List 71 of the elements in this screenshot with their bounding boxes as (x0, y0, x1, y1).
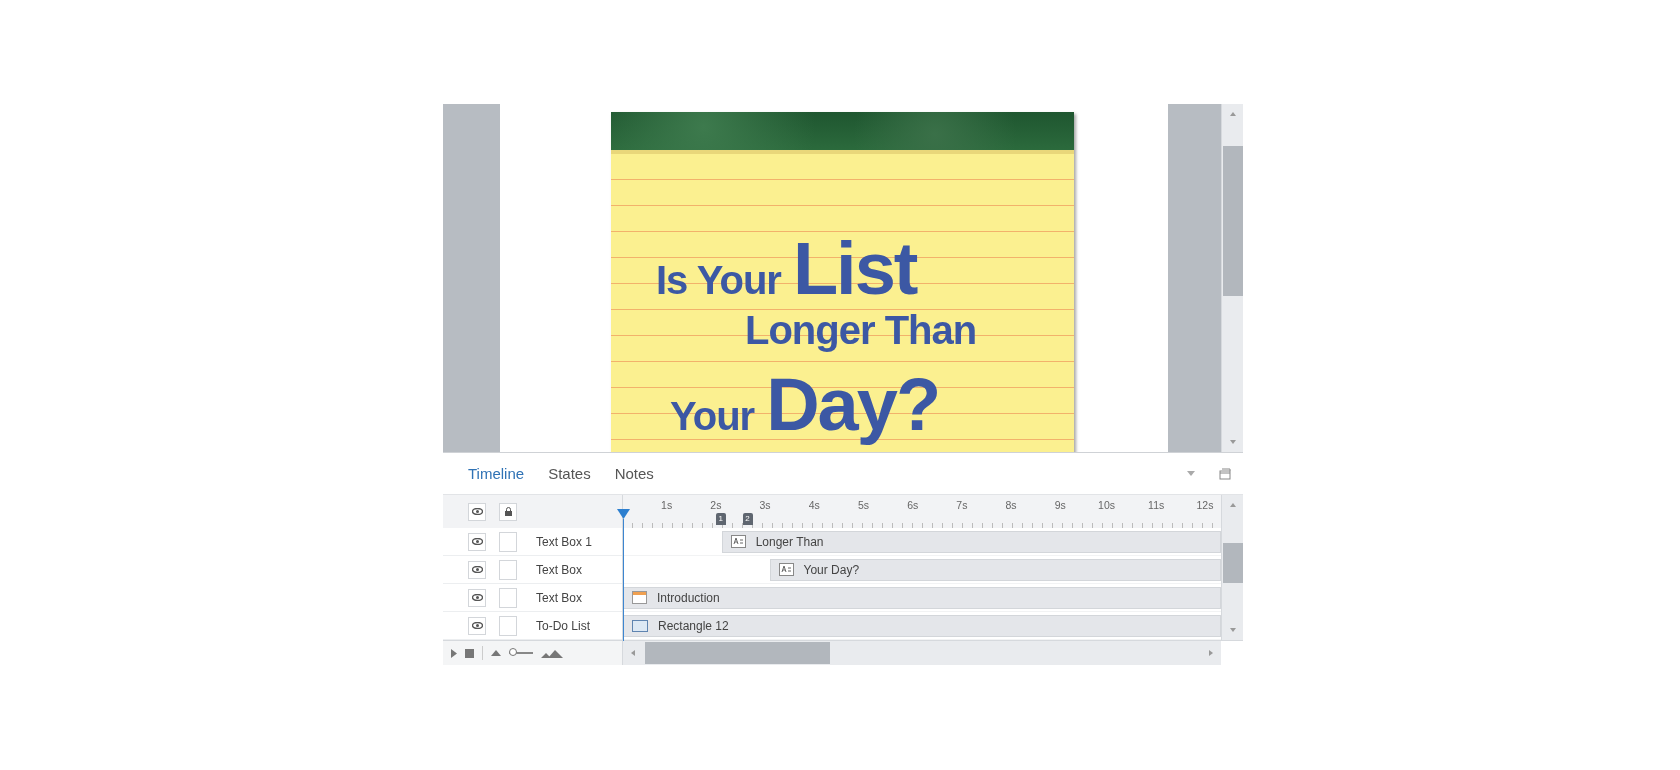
slider-thumb[interactable] (509, 648, 517, 656)
play-icon[interactable] (451, 648, 457, 658)
eye-icon (471, 622, 483, 629)
scroll-up-icon[interactable] (1228, 110, 1237, 118)
visibility-toggle[interactable] (468, 560, 486, 579)
lock-checkbox[interactable] (499, 531, 517, 552)
ruler-label: 12s (1195, 499, 1214, 512)
visibility-toggle[interactable] (468, 616, 486, 635)
lock-toggle[interactable] (499, 502, 517, 521)
panel-tab[interactable]: Timeline (468, 465, 525, 482)
clip-label: Longer Than (755, 534, 824, 549)
layer-name: Text Box 1 (536, 534, 593, 549)
clip-label: Your Day? (803, 562, 860, 577)
slide-heading-text: Is Your (656, 260, 781, 300)
zoom-in-icon[interactable] (541, 648, 563, 658)
slide-heading-text: Longer Than (745, 310, 977, 350)
ruler-label: 10s (1097, 499, 1116, 512)
ruler-marker[interactable]: 2 (742, 513, 753, 525)
ruler-label: 9s (1053, 499, 1066, 512)
ruler-label: 7s (955, 499, 968, 512)
timeline-clip[interactable]: Rectangle 12 (623, 614, 1221, 637)
ruler-label: 8s (1004, 499, 1017, 512)
ruler-label: 1s (660, 499, 673, 512)
ruler-marker[interactable]: 1 (715, 513, 726, 525)
ruler-label: 11s (1147, 499, 1165, 512)
playhead-handle-icon[interactable] (617, 509, 630, 519)
dropdown-caret-icon[interactable] (1187, 470, 1195, 477)
ruler-label: 3s (758, 499, 771, 512)
scroll-right-icon[interactable] (1207, 649, 1215, 657)
rectangle-icon (632, 619, 648, 632)
visibility-toggle[interactable] (468, 588, 486, 607)
eye-icon (471, 594, 483, 601)
clip-label: Introduction (657, 590, 720, 605)
panel-tab[interactable]: Notes (614, 465, 654, 482)
scroll-left-icon[interactable] (629, 649, 637, 657)
restore-window-icon[interactable] (1219, 467, 1231, 480)
lock-checkbox[interactable] (499, 559, 517, 580)
scroll-up-icon[interactable] (1228, 501, 1237, 509)
ruler-label: 4s (807, 499, 820, 512)
slide-heading-text: Your (670, 396, 755, 436)
vertical-scrollbar[interactable] (1221, 495, 1243, 640)
slide-heading-text: List (792, 232, 917, 306)
eye-icon (471, 538, 483, 545)
panel-tab[interactable]: States (548, 465, 591, 482)
stop-icon[interactable] (465, 648, 474, 658)
lock-checkbox[interactable] (499, 587, 517, 608)
layer-name: Text Box (536, 562, 583, 577)
vertical-scrollbar[interactable] (1221, 104, 1243, 452)
ruler-label: 6s (906, 499, 919, 512)
timeline-clip[interactable]: Introduction (623, 586, 1221, 609)
eye-icon (471, 508, 483, 515)
scroll-down-icon[interactable] (1228, 438, 1237, 446)
timeline-clip[interactable]: Longer Than (721, 530, 1221, 553)
horizontal-scrollbar[interactable] (623, 640, 1221, 665)
clip-label: Rectangle 12 (658, 618, 729, 633)
lock-checkbox[interactable] (499, 615, 517, 636)
ruler-label: 5s (856, 499, 869, 512)
timeline-clip[interactable]: Your Day? (769, 558, 1221, 581)
scroll-down-icon[interactable] (1228, 626, 1237, 634)
text-box-icon (778, 563, 794, 576)
time-ruler[interactable]: 1s 2s 3s 4s 5s 6s 7s 8s 9s 10s 11s 12s 1 2 (623, 495, 1221, 528)
layer-name: To-Do List (536, 618, 591, 633)
ruler-label: 2s (709, 499, 722, 512)
visibility-toggle[interactable] (468, 532, 486, 551)
zoom-out-icon[interactable] (491, 650, 501, 656)
text-box-icon (730, 535, 746, 548)
visibility-toggle[interactable] (468, 502, 486, 521)
slide-icon (632, 591, 647, 604)
lock-icon (503, 507, 513, 516)
eye-icon (471, 566, 483, 573)
layer-name: Text Box (536, 590, 583, 605)
